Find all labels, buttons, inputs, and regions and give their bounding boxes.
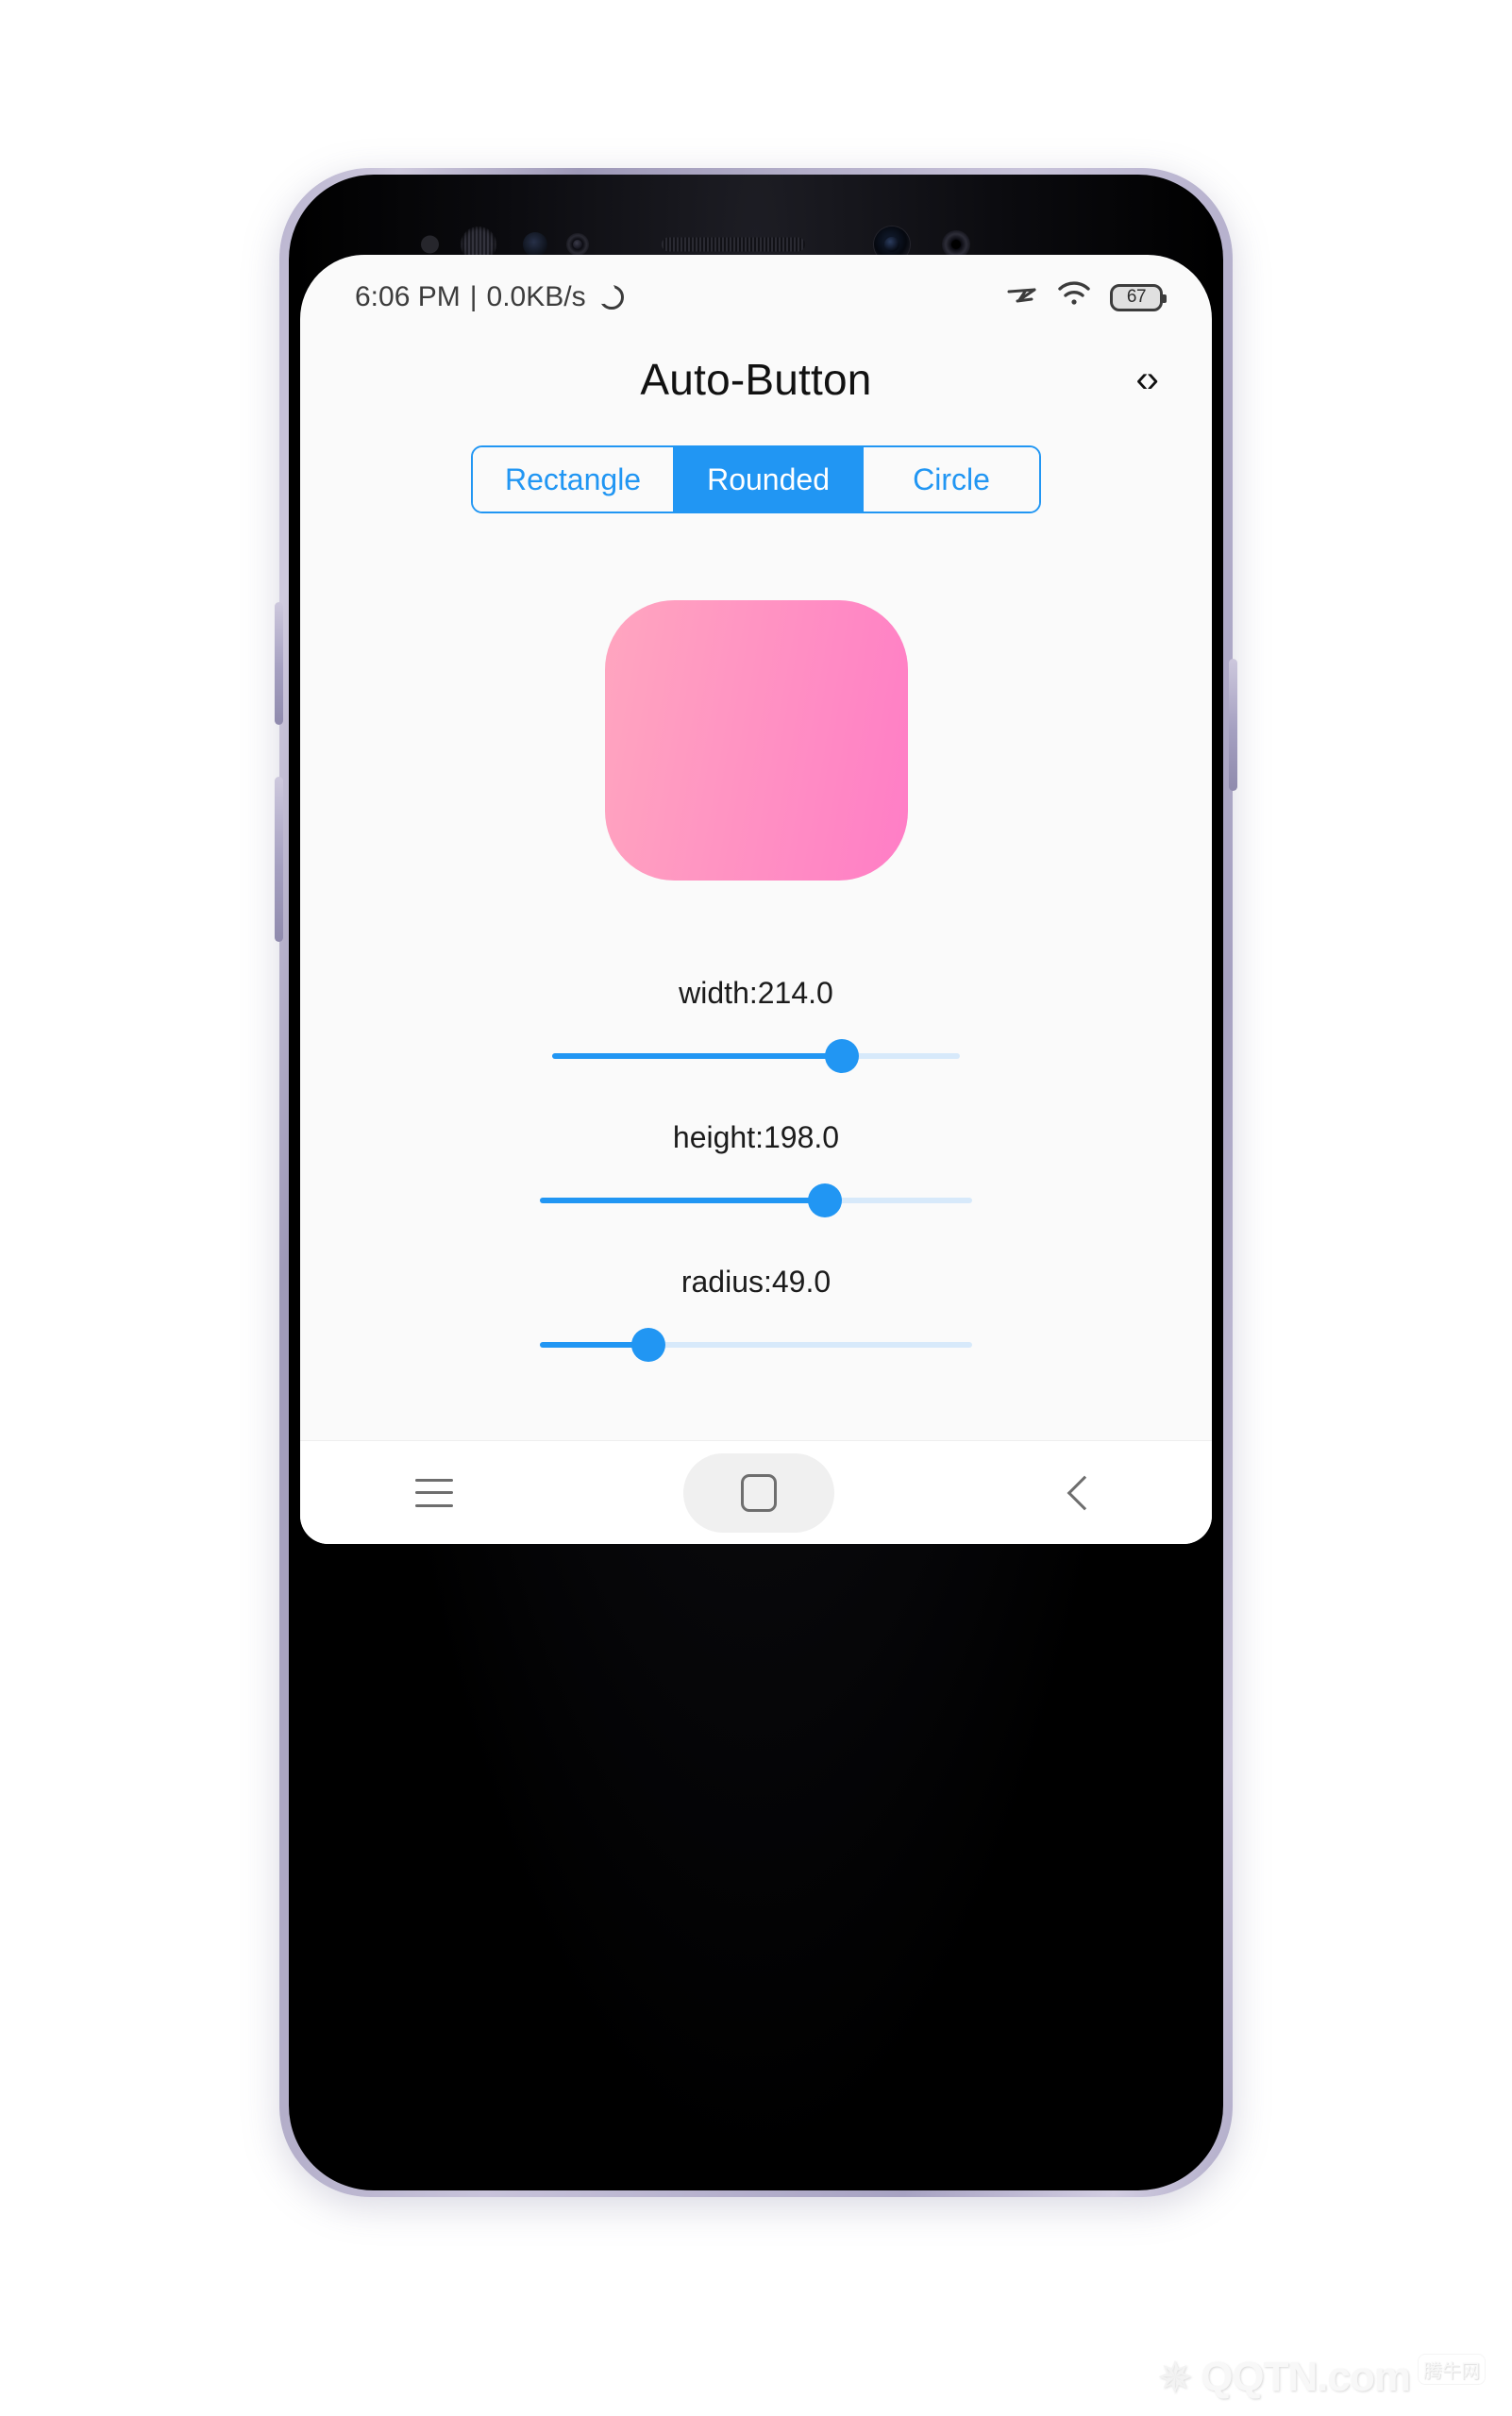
radius-slider-thumb[interactable]: [630, 1328, 665, 1362]
home-square-icon: [741, 1473, 777, 1512]
rounded-rectangle-preview[interactable]: [604, 599, 908, 881]
power-button[interactable]: [1229, 659, 1237, 791]
back-button[interactable]: [1065, 1475, 1102, 1510]
status-network-speed: 0.0KB/s: [486, 281, 586, 312]
height-slider-fill: [540, 1198, 826, 1203]
status-bar-right: 67: [1006, 280, 1167, 314]
height-slider[interactable]: [540, 1182, 972, 1219]
watermark: ✵ QQTN.com 腾牛网: [1157, 2354, 1486, 2401]
watermark-logo-icon: ✵: [1156, 2353, 1194, 2402]
radius-slider[interactable]: [540, 1326, 972, 1364]
phone-device: 6:06 PM | 0.0KB/s 67 Auto-Button ‹› Rect…: [275, 168, 1237, 2197]
wifi-icon: [1057, 280, 1091, 314]
radius-control: radius:49.0: [300, 1265, 1212, 1364]
ir-camera-icon: [566, 233, 589, 256]
phone-screen: 6:06 PM | 0.0KB/s 67 Auto-Button ‹› Rect…: [300, 255, 1212, 1544]
home-button[interactable]: [683, 1452, 834, 1533]
status-time: 6:06 PM: [355, 281, 461, 312]
preview-area: [300, 513, 1212, 966]
airplane-send-icon: [1006, 281, 1038, 313]
home-pill: [683, 1452, 834, 1533]
back-chevron-icon: [1067, 1475, 1102, 1510]
width-slider-thumb[interactable]: [824, 1039, 859, 1073]
recents-button[interactable]: [415, 1478, 453, 1507]
status-bar: 6:06 PM | 0.0KB/s 67: [300, 255, 1212, 323]
tab-rounded[interactable]: Rounded: [673, 447, 862, 512]
shape-selector: Rectangle Rounded Circle: [300, 445, 1212, 513]
system-nav-bar: [300, 1440, 1212, 1544]
assistant-button[interactable]: [275, 777, 283, 942]
earpiece-speaker: [662, 237, 805, 252]
width-slider[interactable]: [552, 1037, 960, 1075]
height-slider-thumb[interactable]: [808, 1183, 843, 1217]
status-bar-left: 6:06 PM | 0.0KB/s: [355, 279, 624, 313]
battery-icon: 67: [1110, 283, 1167, 311]
menu-icon: [415, 1478, 453, 1507]
watermark-text: QQTN.com: [1201, 2354, 1411, 2400]
status-separator: |: [469, 281, 478, 312]
light-sensor-icon: [523, 232, 547, 257]
tab-rectangle[interactable]: Rectangle: [473, 447, 674, 512]
app-bar: Auto-Button ‹›: [300, 323, 1212, 436]
width-label: width:214.0: [679, 976, 833, 1010]
page-title: Auto-Button: [640, 355, 872, 404]
tab-circle[interactable]: Circle: [861, 447, 1039, 512]
radius-label: radius:49.0: [680, 1265, 832, 1299]
height-control: height:198.0: [300, 1120, 1212, 1219]
width-control: width:214.0: [300, 976, 1212, 1075]
proximity-sensor-icon: [421, 235, 439, 254]
segmented-control: Rectangle Rounded Circle: [471, 445, 1041, 513]
battery-level-label: 67: [1126, 287, 1147, 307]
controls-section: width:214.0 height:198.0 radius:49.0: [300, 966, 1212, 1364]
volume-button[interactable]: [275, 602, 283, 725]
moon-icon: [590, 279, 624, 310]
width-slider-fill: [552, 1053, 842, 1059]
watermark-subtext: 腾牛网: [1418, 2354, 1486, 2385]
height-label: height:198.0: [672, 1120, 840, 1154]
code-icon[interactable]: ‹›: [1135, 361, 1159, 398]
